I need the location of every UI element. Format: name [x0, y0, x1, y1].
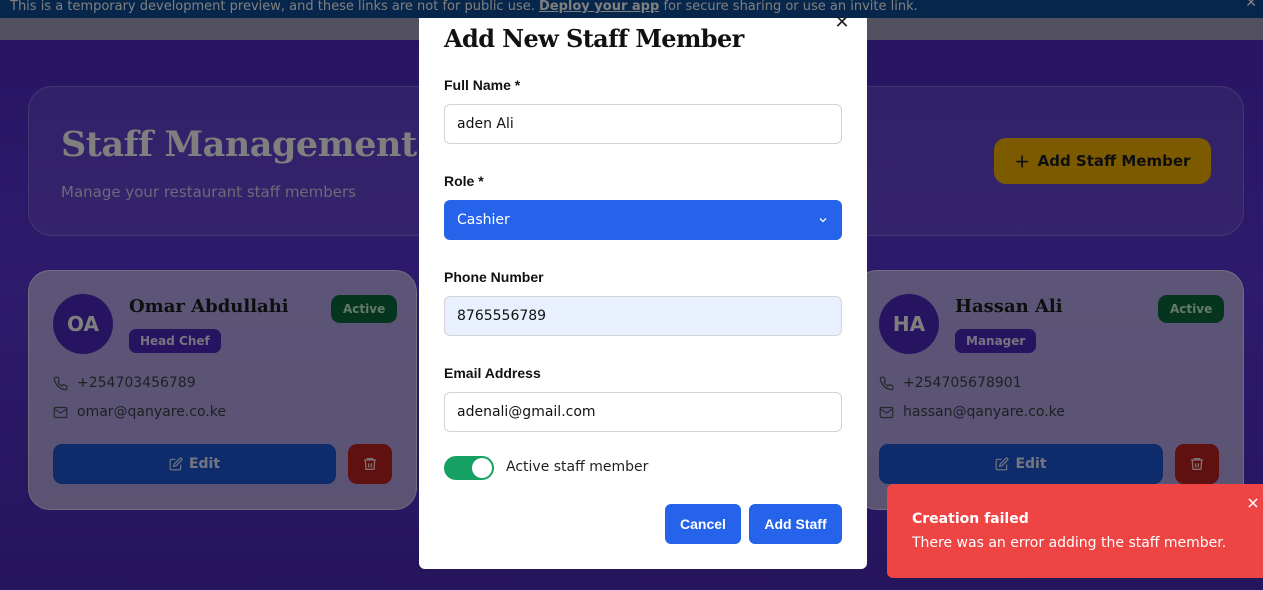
active-toggle[interactable]	[444, 456, 494, 480]
email-label: Email Address	[444, 365, 541, 381]
email-input[interactable]: adenali@gmail.com	[444, 392, 842, 432]
chevron-down-icon	[819, 218, 827, 223]
toggle-knob	[472, 458, 492, 478]
role-value: Cashier	[457, 212, 510, 228]
email-value: adenali@gmail.com	[457, 404, 596, 420]
role-select[interactable]: Cashier	[444, 200, 842, 240]
toast-title: Creation failed	[912, 511, 1029, 527]
toast-close-icon[interactable]	[1246, 496, 1260, 510]
phone-value: 8765556789	[457, 308, 547, 324]
add-staff-dialog	[419, 18, 867, 569]
active-toggle-label: Active staff member	[506, 459, 649, 475]
phone-input[interactable]: 8765556789	[444, 296, 842, 336]
full-name-value: aden Ali	[457, 116, 514, 132]
toast-message: There was an error adding the staff memb…	[912, 535, 1227, 551]
phone-label: Phone Number	[444, 269, 544, 285]
close-icon[interactable]: ✕	[832, 13, 852, 33]
cancel-button[interactable]: Cancel	[665, 504, 741, 544]
dialog-title: Add New Staff Member	[444, 24, 744, 53]
full-name-label: Full Name *	[444, 77, 521, 93]
full-name-input[interactable]: aden Ali	[444, 104, 842, 144]
role-label: Role *	[444, 173, 484, 189]
error-toast	[887, 484, 1263, 578]
add-staff-button[interactable]: Add Staff	[749, 504, 842, 544]
